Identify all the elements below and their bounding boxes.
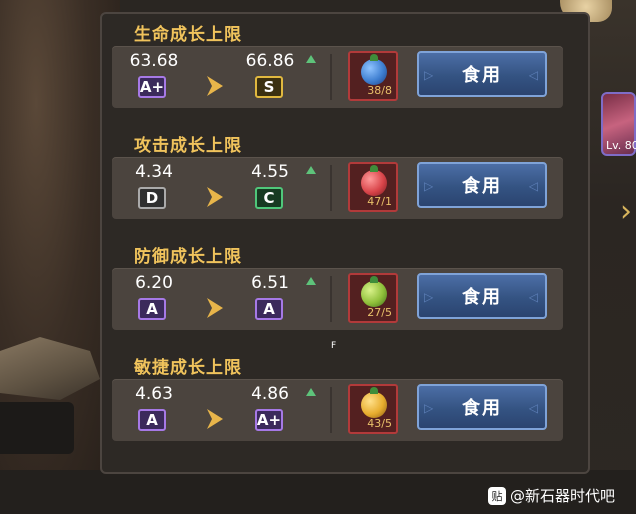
button-left-ornament-icon: ▷: [424, 179, 436, 193]
tieba-badge-icon: 贴: [488, 486, 506, 505]
chevron-right-icon: [207, 187, 223, 207]
green-fruit-icon: [361, 281, 387, 307]
new-value: 66.86: [245, 51, 295, 71]
old-value: 63.68: [129, 51, 179, 71]
growth-fruit-item[interactable]: 47/1: [348, 162, 398, 212]
section-title-defense: 防御成长上限: [134, 247, 242, 267]
old-value: 6.20: [135, 273, 173, 293]
old-grade-badge: D: [138, 187, 166, 209]
button-left-ornament-icon: ▷: [424, 68, 436, 82]
stray-marker: F: [331, 341, 337, 351]
old-value: 4.63: [135, 384, 173, 404]
pet-portrait[interactable]: Lv. 80: [601, 92, 636, 156]
eat-button[interactable]: ▷ 食用 ◁: [417, 51, 547, 97]
growth-row-attack: 4.34 4.55 D C 47/1 ▷ 食用 ◁: [112, 157, 563, 219]
button-right-ornament-icon: ◁: [528, 401, 540, 415]
eat-button[interactable]: ▷ 食用 ◁: [417, 384, 547, 430]
blue-fruit-icon: [361, 59, 387, 85]
fruit-count: 43/5: [367, 417, 392, 430]
new-value: 4.55: [251, 162, 289, 182]
button-right-ornament-icon: ◁: [528, 179, 540, 193]
fruit-count: 47/1: [367, 195, 392, 208]
increase-arrow-icon: [306, 55, 316, 63]
background-right-strip: [590, 0, 636, 514]
increase-arrow-icon: [306, 166, 316, 174]
increase-arrow-icon: [306, 277, 316, 285]
fruit-stem-icon: [370, 276, 378, 283]
new-value: 4.86: [251, 384, 289, 404]
button-left-ornament-icon: ▷: [424, 290, 436, 304]
growth-fruit-item[interactable]: 43/5: [348, 384, 398, 434]
chevron-right-icon: [207, 298, 223, 318]
chevron-right-icon: [207, 76, 223, 96]
button-right-ornament-icon: ◁: [528, 290, 540, 304]
chevron-right-icon: [207, 409, 223, 429]
growth-row-agility: 4.63 4.86 A A+ 43/5 ▷ 食用 ◁: [112, 379, 563, 441]
fruit-stem-icon: [370, 387, 378, 394]
watermark: 贴 @新石器时代吧: [488, 485, 615, 506]
button-left-ornament-icon: ▷: [424, 401, 436, 415]
row-divider: [330, 387, 332, 433]
pet-level-label: Lv. 80: [606, 139, 636, 152]
button-right-ornament-icon: ◁: [528, 68, 540, 82]
section-title-agility: 敏捷成长上限: [134, 358, 242, 378]
old-grade-badge: A+: [138, 76, 166, 98]
eat-button[interactable]: ▷ 食用 ◁: [417, 273, 547, 319]
eat-button-label: 食用: [462, 176, 502, 197]
fruit-stem-icon: [370, 165, 378, 172]
eat-button-label: 食用: [462, 398, 502, 419]
section-title-attack: 攻击成长上限: [134, 136, 242, 156]
side-next-arrow-icon[interactable]: ›: [620, 192, 636, 232]
fruit-stem-icon: [370, 54, 378, 61]
eat-button-label: 食用: [462, 287, 502, 308]
increase-arrow-icon: [306, 388, 316, 396]
growth-fruit-item[interactable]: 38/8: [348, 51, 398, 101]
new-grade-badge: A: [255, 298, 283, 320]
fruit-count: 38/8: [367, 84, 392, 97]
background-dark-panel: [0, 402, 74, 454]
red-fruit-icon: [361, 170, 387, 196]
growth-fruit-item[interactable]: 27/5: [348, 273, 398, 323]
new-grade-badge: S: [255, 76, 283, 98]
row-divider: [330, 276, 332, 322]
eat-button[interactable]: ▷ 食用 ◁: [417, 162, 547, 208]
old-grade-badge: A: [138, 409, 166, 431]
eat-button-label: 食用: [462, 65, 502, 86]
old-value: 4.34: [135, 162, 173, 182]
new-grade-badge: C: [255, 187, 283, 209]
row-divider: [330, 165, 332, 211]
watermark-text: @新石器时代吧: [510, 487, 616, 505]
growth-row-defense: 6.20 6.51 A A 27/5 ▷ 食用 ◁: [112, 268, 563, 330]
fruit-count: 27/5: [367, 306, 392, 319]
section-title-hp: 生命成长上限: [134, 25, 242, 45]
row-divider: [330, 54, 332, 100]
new-value: 6.51: [251, 273, 289, 293]
new-grade-badge: A+: [255, 409, 283, 431]
old-grade-badge: A: [138, 298, 166, 320]
growth-row-hp: 63.68 66.86 A+ S 38/8 ▷ 食用 ◁: [112, 46, 563, 108]
yellow-fruit-icon: [361, 392, 387, 418]
